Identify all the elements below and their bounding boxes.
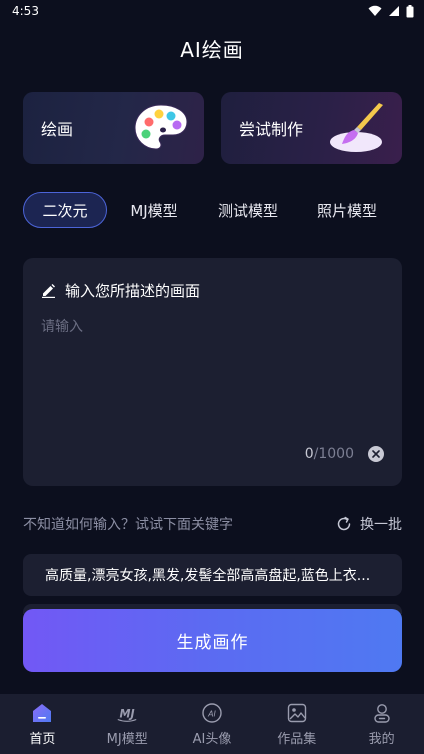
- svg-text:AI: AI: [207, 710, 216, 719]
- tab-anime[interactable]: 二次元: [23, 192, 107, 228]
- tab-test-model[interactable]: 测试模型: [213, 192, 283, 228]
- hint-text: 不知道如何输入？试试下面关键字: [23, 517, 233, 533]
- home-icon: [30, 702, 54, 724]
- paintbrush-icon: [330, 103, 383, 152]
- char-counter: 0/1000: [305, 446, 354, 462]
- close-icon: [372, 450, 380, 458]
- nav-item-ai-avatar[interactable]: AI AI头像: [170, 702, 254, 747]
- wifi-icon: [368, 5, 382, 16]
- prompt-header-label: 输入您所描述的画面: [65, 282, 201, 300]
- palette-icon: [134, 104, 188, 150]
- char-count: 0: [304, 446, 314, 462]
- profile-icon: [370, 702, 394, 724]
- nav-item-profile[interactable]: 我的: [340, 702, 424, 747]
- page-title: AI绘画: [180, 38, 244, 62]
- nav-item-gallery[interactable]: 作品集: [255, 702, 339, 747]
- nav-label-mj-model: MJ模型: [106, 732, 148, 747]
- try-make-card[interactable]: 尝试制作: [221, 92, 402, 164]
- ai-avatar-icon: AI: [200, 702, 224, 724]
- hint-row: 不知道如何输入？试试下面关键字 换一批: [23, 514, 402, 534]
- generate-button[interactable]: 生成画作: [23, 609, 402, 672]
- status-time: 4:53: [12, 4, 39, 18]
- draw-card-label: 绘画: [41, 120, 74, 139]
- char-max: /1000: [313, 446, 354, 462]
- nav-label-gallery: 作品集: [277, 732, 317, 747]
- draw-card[interactable]: 绘画: [23, 92, 204, 164]
- tab-photo-model[interactable]: 照片模型: [313, 192, 381, 228]
- status-icons: [368, 4, 414, 18]
- svg-text:MJ: MJ: [120, 708, 135, 721]
- refresh-button[interactable]: 换一批: [336, 514, 402, 534]
- nav-label-profile: 我的: [368, 732, 395, 747]
- tab-mj-model[interactable]: MJ模型: [123, 192, 185, 228]
- gallery-icon: [285, 702, 309, 724]
- prompt-header: 输入您所描述的画面: [41, 280, 200, 301]
- signal-icon: [389, 6, 399, 16]
- refresh-icon: [337, 516, 351, 531]
- refresh-label: 换一批: [360, 517, 402, 533]
- nav-label-home: 首页: [29, 732, 56, 747]
- bottom-nav: 首页 MJ MJ模型 AI AI头像 作品集 我的: [0, 694, 424, 754]
- mj-icon: MJ: [115, 702, 139, 724]
- nav-item-home[interactable]: 首页: [0, 702, 84, 747]
- nav-label-ai-avatar: AI头像: [192, 732, 232, 747]
- keyword-chip[interactable]: 高质量,漂亮女孩,黑发,发髻全部高高盘起,蓝色上衣...: [23, 554, 402, 596]
- prompt-input[interactable]: [41, 316, 381, 436]
- clear-button[interactable]: [368, 446, 384, 462]
- prompt-box: 输入您所描述的画面 0/1000: [23, 258, 402, 486]
- battery-icon: [406, 4, 414, 17]
- status-bar: 4:53: [0, 0, 424, 22]
- pencil-icon: [42, 284, 55, 298]
- try-make-card-label: 尝试制作: [239, 120, 304, 139]
- model-tabs: 二次元 MJ模型 测试模型 照片模型: [23, 192, 403, 228]
- nav-item-mj-model[interactable]: MJ MJ模型: [85, 702, 169, 747]
